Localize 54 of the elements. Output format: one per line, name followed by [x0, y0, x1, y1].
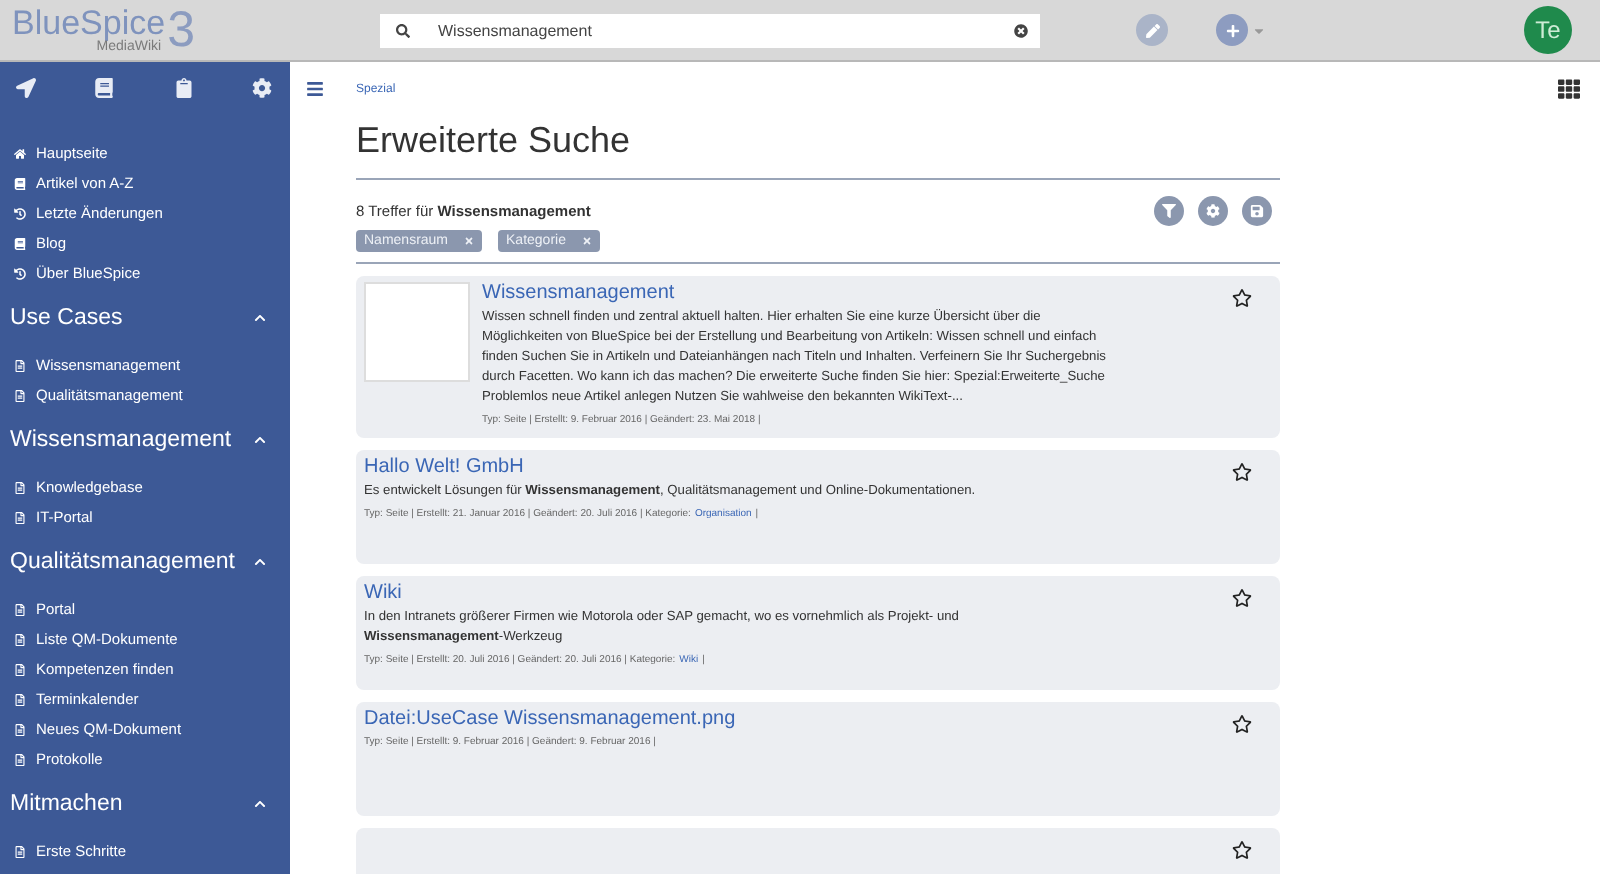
clock-icon — [14, 207, 26, 219]
chevron-up-icon — [254, 556, 266, 568]
chevron-up-icon — [254, 312, 266, 324]
clock-icon — [14, 267, 26, 279]
add-button[interactable] — [1216, 14, 1248, 46]
user-avatar[interactable]: Te — [1524, 6, 1572, 54]
home-icon — [14, 147, 26, 159]
remove-icon[interactable] — [464, 236, 475, 246]
page-icon — [14, 481, 26, 493]
navigation-arrow-icon[interactable] — [16, 78, 36, 98]
clear-icon[interactable] — [1014, 23, 1028, 37]
sidebar-section-header[interactable]: Mitmachen — [0, 780, 290, 828]
result-title-link[interactable]: Wiki — [364, 582, 1208, 604]
star-icon[interactable] — [1232, 288, 1252, 308]
pencil-icon — [1145, 23, 1159, 37]
search-icon — [396, 23, 410, 37]
page-icon — [14, 845, 26, 857]
page-icon — [14, 663, 26, 675]
books-icon[interactable] — [94, 78, 115, 98]
star-icon[interactable] — [1232, 840, 1252, 860]
result-title-link[interactable]: Hallo Welt! GmbH — [364, 456, 1208, 478]
sidebar-section-header[interactable]: Wissensmanagement — [0, 416, 290, 464]
filter-button[interactable] — [1154, 196, 1184, 226]
book-icon — [14, 177, 26, 189]
page-icon — [14, 633, 26, 645]
settings-icon[interactable] — [251, 78, 272, 98]
remove-icon[interactable] — [581, 236, 592, 246]
page-icon — [14, 359, 26, 371]
chevron-up-icon — [254, 434, 266, 446]
chevron-up-icon — [254, 798, 266, 810]
settings-button[interactable] — [1198, 196, 1228, 226]
page-icon — [14, 723, 26, 735]
page-icon — [14, 753, 26, 765]
result-title-link[interactable]: Datei:UseCase Wissensmanagement.png — [364, 708, 1208, 730]
star-icon[interactable] — [1232, 588, 1252, 608]
page-icon — [14, 511, 26, 523]
result-title-link[interactable]: Wissensmanagement — [482, 282, 1208, 304]
clipboard-icon[interactable] — [173, 78, 194, 98]
apps-grid-button[interactable] — [1558, 78, 1580, 100]
sidebar-section-header[interactable]: Use Cases — [0, 294, 290, 342]
star-icon[interactable] — [1232, 714, 1252, 734]
star-icon[interactable] — [1232, 462, 1252, 482]
gear-icon — [1206, 204, 1220, 218]
plus-icon — [1225, 23, 1239, 37]
menu-icon[interactable] — [306, 80, 324, 98]
filter-icon — [1162, 204, 1176, 218]
sidebar-section-header[interactable]: Qualitätsmanagement — [0, 538, 290, 586]
search-field[interactable]: Wissensmanagement — [380, 13, 1040, 47]
page-icon — [14, 603, 26, 615]
book-icon — [14, 237, 26, 249]
page-title: Erweiterte Suche — [356, 120, 1280, 180]
save-button[interactable] — [1242, 196, 1272, 226]
page-icon — [14, 693, 26, 705]
page-icon — [14, 389, 26, 401]
